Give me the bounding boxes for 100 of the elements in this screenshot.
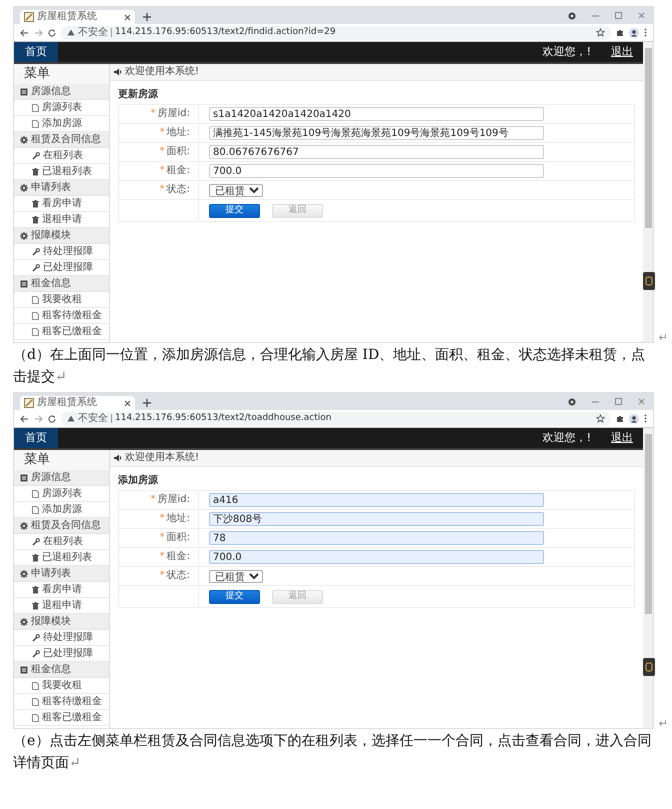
menu-item[interactable]: 房源列表 — [14, 486, 109, 502]
security-label: 不安全 — [78, 414, 108, 424]
menu-item[interactable]: 添加房源 — [14, 116, 109, 132]
input-field[interactable]: 78 — [209, 531, 544, 545]
more-icon[interactable] — [644, 28, 647, 37]
panel-icon — [20, 88, 28, 96]
menu-group-header[interactable]: 报障模块 — [14, 228, 109, 244]
field-label: 地址: — [166, 128, 190, 138]
new-tab-icon[interactable] — [143, 399, 151, 407]
new-tab-icon[interactable] — [143, 13, 151, 21]
menu-item[interactable]: 租客待缴租金 — [14, 694, 109, 710]
menu-item[interactable]: 添加房源 — [14, 502, 109, 518]
menu-item[interactable]: 房源列表 — [14, 100, 109, 116]
menu-title: 菜单 — [14, 450, 109, 470]
logout-link[interactable]: 退出 — [601, 428, 643, 448]
floating-widget-icon[interactable] — [643, 272, 655, 290]
menu-group-header[interactable]: 房源信息 — [14, 470, 109, 486]
maximize-icon[interactable] — [615, 398, 622, 405]
tab-title: 房屋租赁系统 — [37, 398, 98, 408]
field-label: 状态: — [166, 571, 190, 581]
browser-tab[interactable]: 房屋租赁系统 — [20, 10, 135, 24]
warning-icon — [67, 29, 75, 36]
form-title: 更新房源 — [118, 89, 159, 100]
browser-tab[interactable]: 房屋租赁系统 — [20, 396, 135, 410]
gear-icon — [20, 136, 28, 144]
menu-group-header[interactable]: 租赁及合同信息 — [14, 132, 109, 148]
menu-item[interactable]: 退租申请 — [14, 598, 109, 614]
back-icon[interactable] — [20, 28, 29, 36]
scrollbar-thumb[interactable] — [644, 48, 652, 228]
tab-close-icon[interactable] — [124, 14, 131, 20]
field-label: 面积: — [166, 533, 190, 543]
menu-item[interactable]: 待处理报障 — [14, 630, 109, 646]
menu-item[interactable]: 租客已缴租金 — [14, 710, 109, 726]
menu-item[interactable]: 在租列表 — [14, 534, 109, 550]
reload-icon[interactable] — [48, 414, 56, 422]
menu-item[interactable]: 看房申请 — [14, 196, 109, 212]
input-field[interactable]: s1a1420a1420a1420a1420 — [209, 107, 544, 121]
profile-icon[interactable] — [629, 28, 639, 38]
menu-item[interactable]: 租客已缴租金 — [14, 324, 109, 340]
scrollbar-thumb[interactable] — [644, 434, 652, 614]
menu-item[interactable]: 退租申请 — [14, 212, 109, 228]
status-select[interactable]: 已租赁 — [209, 570, 263, 582]
tab-title: 房屋租赁系统 — [37, 12, 98, 22]
url-text: 114.215.176.95:60513/text2/findid.action?id=29 — [115, 28, 336, 37]
menu-item[interactable]: 待处理报障 — [14, 244, 109, 260]
input-field[interactable]: 80.06767676767 — [209, 145, 544, 159]
more-icon[interactable] — [644, 414, 647, 423]
menu-item[interactable]: 我要收租 — [14, 678, 109, 694]
input-field[interactable]: 700.0 — [209, 550, 544, 564]
menu-item[interactable]: 在租列表 — [14, 148, 109, 164]
input-field[interactable]: a416 — [209, 493, 544, 507]
menu-group-header[interactable]: 房源信息 — [14, 84, 109, 100]
gear-icon — [20, 522, 28, 530]
bookmark-star-icon[interactable] — [596, 28, 605, 37]
menu-item[interactable]: 已处理报障 — [14, 260, 109, 276]
speaker-icon — [114, 454, 122, 462]
window-close-icon[interactable] — [638, 12, 645, 19]
paragraph-mark: ↵ — [658, 717, 668, 730]
address-bar[interactable]: 不安全 114.215.176.95:60513/text2/toaddhouse.action — [61, 412, 611, 426]
menu-group-header[interactable]: 申请列表 — [14, 566, 109, 582]
wrench-icon — [32, 650, 40, 658]
menu-item[interactable]: 我要收租 — [14, 292, 109, 308]
menu-group-header[interactable]: 报障模块 — [14, 614, 109, 630]
home-nav-link[interactable]: 首页 — [14, 42, 58, 62]
menu-item[interactable]: 已退租列表 — [14, 164, 109, 180]
menu-group-header[interactable]: 租金信息 — [14, 276, 109, 292]
menu-item[interactable]: 租客待缴租金 — [14, 308, 109, 324]
back-icon[interactable] — [20, 414, 29, 422]
logout-link[interactable]: 退出 — [601, 42, 643, 62]
status-select[interactable]: 已租赁 — [209, 184, 263, 196]
menu-group-header[interactable]: 租金信息 — [14, 662, 109, 678]
extensions-icon[interactable] — [616, 414, 624, 422]
floating-widget-icon[interactable] — [643, 658, 655, 676]
menu-item[interactable]: 已退租列表 — [14, 550, 109, 566]
field-label: 房屋id: — [158, 109, 190, 119]
caption-text: （e）点击左侧菜单栏租赁及合同信息选项下的在租列表，选择任一一个合同，点击查看合同，进入合同详情页面↵ — [13, 732, 652, 773]
extensions-icon[interactable] — [616, 28, 624, 36]
required-mark: * — [160, 533, 165, 543]
input-field[interactable]: 满推苑1-145海景苑109号海景苑海景苑109号海景苑109号109号 — [209, 126, 544, 140]
menu-item[interactable]: 看房申请 — [14, 582, 109, 598]
profile-icon[interactable] — [629, 414, 639, 424]
input-field[interactable]: 700.0 — [209, 164, 544, 178]
window-close-icon[interactable] — [638, 398, 645, 405]
reload-icon[interactable] — [48, 28, 56, 36]
record-icon[interactable] — [568, 12, 576, 20]
bookmark-star-icon[interactable] — [596, 414, 605, 423]
panel-icon — [20, 474, 28, 482]
menu-group-header[interactable]: 申请列表 — [14, 180, 109, 196]
maximize-icon[interactable] — [615, 12, 622, 19]
submit-button[interactable]: 提交 — [209, 204, 260, 218]
tab-close-icon[interactable] — [124, 400, 131, 406]
menu-item[interactable]: 已处理报障 — [14, 646, 109, 662]
address-bar[interactable]: 不安全 114.215.176.95:60513/text2/findid.action?id=29 — [61, 26, 611, 40]
home-nav-link[interactable]: 首页 — [14, 428, 58, 448]
submit-button[interactable]: 提交 — [209, 590, 260, 604]
record-icon[interactable] — [568, 398, 576, 406]
required-mark: * — [160, 552, 165, 562]
field-label: 租金: — [166, 552, 190, 562]
menu-group-header[interactable]: 租赁及合同信息 — [14, 518, 109, 534]
input-field[interactable]: 下沙808号 — [209, 512, 544, 526]
